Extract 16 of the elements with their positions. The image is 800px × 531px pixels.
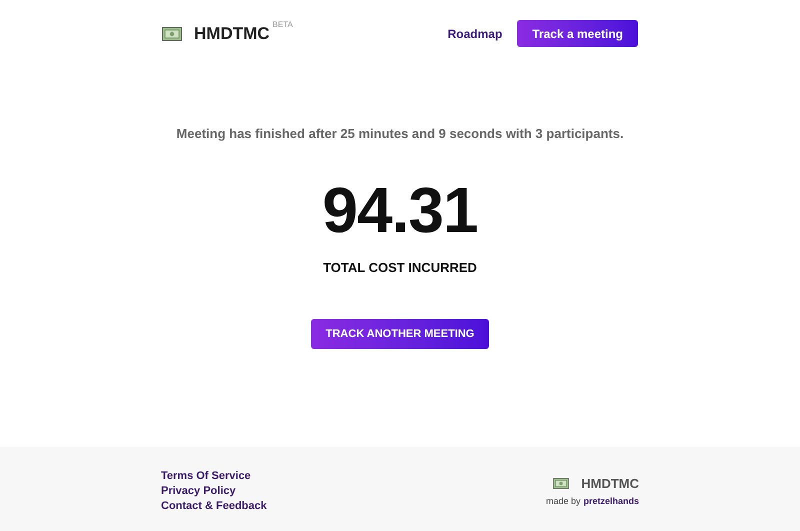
footer-link[interactable]: Terms Of Service [161,468,267,484]
track-meeting-button[interactable]: Track a meeting [517,20,638,47]
cost-label: TOTAL COST INCURRED [323,258,477,276]
beta-label: BETA [272,18,293,31]
banknote-icon [553,478,570,489]
footer-link[interactable]: Privacy Policy [161,484,267,498]
roadmap-link[interactable]: Roadmap [448,24,502,42]
banknote-icon [162,26,182,40]
author-link[interactable]: pretzelhands [583,495,639,508]
credit-text: made by [546,495,580,508]
footer-brand: HMDTMC [581,474,639,492]
footer-link[interactable]: Contact & Feedback [161,498,267,514]
track-another-button[interactable]: TRACK ANOTHER MEETING [310,319,490,349]
brand-name[interactable]: HMDTMC [194,20,270,46]
meeting-summary: Meeting has finished after 25 minutes and 9 seconds with 3 participants. [176,125,624,143]
total-cost: 94.31 [322,178,478,242]
